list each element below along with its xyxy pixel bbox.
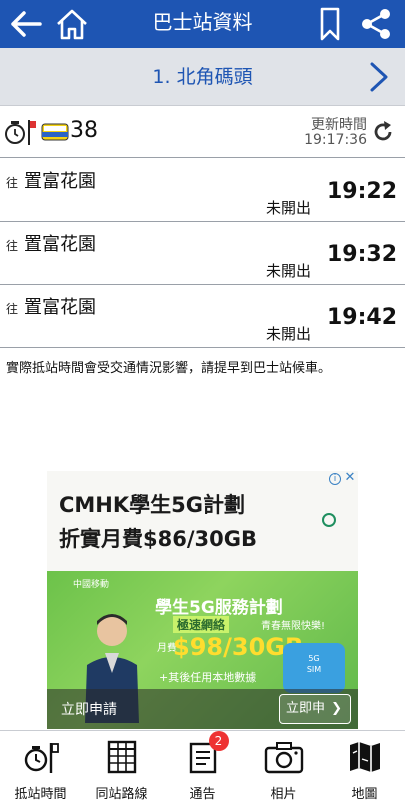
nav-label: 相片 [270, 787, 297, 800]
ad-brand-name: 中國移動 [73, 580, 110, 590]
nav-label: 抵站時間 [10, 783, 71, 800]
update-time-value: 19:17:36 [304, 132, 367, 148]
china-mobile-logo [309, 513, 349, 529]
chevron-right-icon: ❯ [331, 701, 343, 716]
ad-offer-badge: 5G SIM [283, 643, 345, 693]
eta-status: 未開出 [265, 262, 311, 280]
ad-apply-button-label: 立即申 [286, 701, 326, 716]
ad-close-icon[interactable]: ✕ [343, 471, 357, 485]
citybus-icon [40, 120, 70, 148]
eta-to-prefix: 往 [6, 176, 19, 190]
nav-item-photos[interactable]: 相片 [243, 731, 324, 800]
nav-item-map[interactable]: 地圖 [324, 731, 405, 800]
ad-headline-area: CMHK學生5G計劃 折實月費$86/30GB i ✕ [47, 471, 358, 571]
back-arrow-icon[interactable] [8, 4, 44, 44]
app-root: 巴士站資料 1. 北角碼頭 38 更新時間 19:17:36 往 置富花園 未開… [0, 0, 405, 800]
stop-name: 1. 北角碼頭 [152, 66, 253, 88]
eta-destination: 置富花園 [24, 171, 96, 192]
nav-item-arrival-time[interactable]: 抵站時間 [0, 731, 81, 800]
route-header: 38 更新時間 19:17:36 [0, 106, 405, 158]
nav-label: 通告 [189, 787, 216, 800]
chevron-right-icon[interactable] [367, 61, 391, 93]
ad-service-title: 學生5G服務計劃 [155, 598, 283, 618]
ad-cta-bar: 立即申請 立即申 ❯ [47, 689, 358, 729]
ad-apply-button[interactable]: 立即申 ❯ [279, 694, 351, 724]
advertisement-banner[interactable]: CMHK學生5G計劃 折實月費$86/30GB i ✕ 中國移動 學生5G服務計… [47, 471, 358, 729]
bottom-navigation: 抵站時間 同站路線 2 通告 相片 地圖 [0, 730, 405, 800]
update-time-label: 更新時間 [311, 117, 367, 133]
clock-stop-icon [21, 737, 61, 777]
stop-selector[interactable]: 1. 北角碼頭 [0, 48, 405, 106]
eta-to-prefix: 往 [6, 239, 19, 253]
home-icon[interactable] [52, 4, 92, 44]
eta-row: 往 置富花園 未開出 19:42 [0, 285, 405, 348]
ad-promo-banner: 中國移動 學生5G服務計劃 極速網絡 青春無限快樂! 月費 $98/30GB +… [47, 571, 358, 729]
eta-to-prefix: 往 [6, 302, 19, 316]
nav-label: 同站路線 [95, 787, 148, 800]
ad-apply-link[interactable]: 立即申請 [61, 699, 117, 719]
eta-row: 往 置富花園 未開出 19:22 [0, 159, 405, 222]
map-icon [345, 737, 385, 777]
eta-status: 未開出 [265, 199, 311, 217]
arrival-notice: 實際抵站時間會受交通情況影響，請提早到巴士站候車。 [6, 361, 332, 376]
eta-time: 19:32 [326, 242, 397, 267]
eta-time: 19:42 [326, 305, 397, 330]
ad-headline-1: CMHK學生5G計劃 [59, 493, 246, 517]
nav-label: 地圖 [351, 787, 378, 800]
refresh-icon[interactable] [371, 120, 395, 144]
notification-badge: 2 [208, 731, 229, 751]
nav-item-notices[interactable]: 2 通告 [162, 731, 243, 800]
nav-item-same-stop-routes[interactable]: 同站路線 [81, 731, 162, 800]
top-app-bar: 巴士站資料 [0, 0, 405, 48]
ad-slogan: 青春無限快樂! [261, 621, 326, 632]
ad-headline-2: 折實月費$86/30GB [59, 527, 257, 551]
ad-speed-tag: 極速網絡 [173, 616, 230, 633]
eta-row: 往 置富花園 未開出 19:32 [0, 222, 405, 285]
eta-status: 未開出 [265, 325, 311, 343]
bookmark-icon[interactable] [316, 4, 344, 44]
eta-time: 19:22 [326, 179, 397, 204]
share-icon[interactable] [358, 4, 394, 44]
ad-local-data: +其後任用本地數據 [159, 671, 257, 684]
clock-stop-icon [4, 118, 38, 150]
route-icons [4, 118, 70, 150]
eta-destination: 置富花園 [24, 234, 96, 255]
ad-info-icon[interactable]: i [329, 473, 341, 485]
eta-destination: 置富花園 [24, 297, 96, 318]
camera-icon [264, 737, 304, 777]
route-number: 38 [70, 118, 98, 143]
grid-table-icon [102, 737, 142, 777]
